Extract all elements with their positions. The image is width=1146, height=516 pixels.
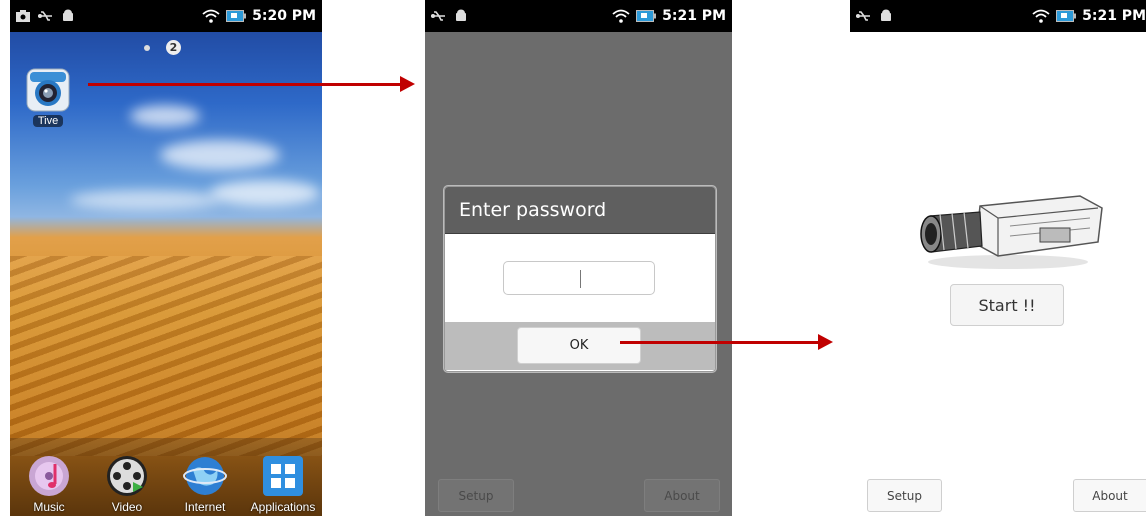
status-time: 5:21 PM <box>1082 8 1146 24</box>
dock-item-video[interactable]: Video <box>90 454 164 514</box>
page-dot <box>144 44 150 51</box>
cloud <box>210 180 320 206</box>
globe-icon <box>183 457 227 495</box>
dock-item-internet[interactable]: Internet <box>168 454 242 514</box>
text-caret <box>580 270 581 288</box>
status-time: 5:21 PM <box>662 8 726 24</box>
dock-label: Applications <box>250 500 316 514</box>
flow-arrow-line <box>620 341 820 344</box>
cloud <box>130 105 200 127</box>
wifi-icon <box>202 9 220 23</box>
usb-icon <box>856 11 870 21</box>
cctv-camera-illustration <box>920 195 1103 269</box>
music-icon <box>29 456 69 496</box>
dock-item-applications[interactable]: Applications <box>246 454 320 514</box>
dune-texture <box>10 256 322 456</box>
dock-item-music[interactable]: Music <box>12 454 86 514</box>
dock-label: Video <box>111 500 143 514</box>
page-indicator: 2 <box>144 40 181 55</box>
cloud <box>70 190 220 210</box>
flow-arrow-line <box>88 83 408 86</box>
home-screen: 5:20 PM 2 Tive Music Video Internet Appl… <box>10 0 322 516</box>
password-screen: 5:21 PM Enter password OK Setup About <box>425 0 732 516</box>
usb-icon <box>38 11 52 21</box>
status-time: 5:20 PM <box>252 8 316 24</box>
battery-icon <box>636 10 657 22</box>
status-bar: 5:21 PM <box>425 0 732 32</box>
dialog-title: Enter password <box>445 187 715 234</box>
screenshot-icon <box>16 10 30 22</box>
dock-bar: Music Video Internet Applications <box>10 438 322 516</box>
android-debug-icon <box>63 9 73 21</box>
password-dialog: Enter password OK <box>444 186 716 372</box>
password-input[interactable] <box>503 261 655 295</box>
cloud <box>160 140 280 170</box>
dialog-footer: OK <box>445 322 715 370</box>
grid-icon <box>263 456 303 496</box>
app-label: Tive <box>32 115 64 127</box>
usb-icon <box>431 11 445 21</box>
page-number: 2 <box>166 40 181 55</box>
android-debug-icon <box>456 9 466 21</box>
video-icon <box>107 456 147 496</box>
about-button[interactable]: About <box>1073 479 1146 512</box>
status-bar: 5:20 PM <box>10 0 322 32</box>
battery-icon <box>226 10 247 22</box>
android-debug-icon <box>881 9 891 21</box>
setup-button[interactable]: Setup <box>438 479 514 512</box>
tive-camera-icon <box>26 68 70 112</box>
start-button[interactable]: Start !! <box>950 284 1064 326</box>
dock-label: Music <box>33 500 65 514</box>
dialog-body <box>445 234 715 322</box>
wifi-icon <box>1032 9 1050 23</box>
status-bar: 5:21 PM <box>850 0 1146 32</box>
setup-button[interactable]: Setup <box>867 479 942 512</box>
flow-arrow-head <box>818 334 833 350</box>
dock-label: Internet <box>184 500 226 514</box>
tive-app-shortcut[interactable]: Tive <box>24 68 72 127</box>
flow-arrow-head <box>400 76 415 92</box>
battery-icon <box>1056 10 1077 22</box>
start-screen: 5:21 PM Start !! Setup About <box>850 0 1146 516</box>
wifi-icon <box>612 9 630 23</box>
about-button[interactable]: About <box>644 479 720 512</box>
ok-button[interactable]: OK <box>517 327 641 364</box>
